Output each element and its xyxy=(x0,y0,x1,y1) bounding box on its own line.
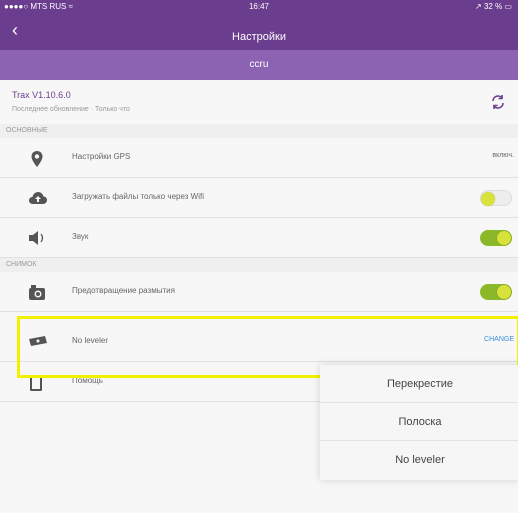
speaker-icon xyxy=(28,230,46,246)
sound-label: Звук xyxy=(72,232,89,241)
status-bar: ●●●●○ MTS RUS ≈ 16:47 ↗ 32 % ▭ xyxy=(0,0,518,14)
camera-icon xyxy=(28,284,46,300)
gps-settings-label: Настройки GPS xyxy=(72,152,131,161)
page-title: Настройки xyxy=(232,31,286,43)
version-panel: Trax V1.10.6.0 Последнее обновление · То… xyxy=(0,80,518,124)
sound-toggle[interactable] xyxy=(480,230,512,246)
navigation-bar: ‹ Настройки xyxy=(0,14,518,50)
blur-prevention-row: Предотвращение размытия xyxy=(0,272,518,312)
toggle-knob xyxy=(497,231,511,245)
toggle-knob xyxy=(497,285,511,299)
version-subtitle: Последнее обновление · Только что xyxy=(12,106,130,113)
account-bar: ccru xyxy=(0,50,518,80)
cloud-upload-icon xyxy=(28,190,47,206)
version-title: Trax V1.10.6.0 xyxy=(12,90,71,100)
location-pin-icon xyxy=(28,150,46,167)
sync-icon[interactable] xyxy=(490,94,506,115)
option-stripe[interactable]: Полоска xyxy=(320,403,518,441)
option-crosshair[interactable]: Перекрестие xyxy=(320,365,518,403)
wifi-upload-row: Загружать файлы только через Wifi xyxy=(0,178,518,218)
section-header-basic: ОСНОВНЫЕ xyxy=(0,124,518,138)
blur-prevention-toggle[interactable] xyxy=(480,284,512,300)
blur-prevention-label: Предотвращение размытия xyxy=(72,286,175,295)
leveler-options-popover: Перекрестие Полоска No leveler xyxy=(320,365,518,480)
gps-status-value: включ. xyxy=(492,152,514,159)
wifi-upload-label: Загружать файлы только через Wifi xyxy=(72,192,204,201)
battery-indicator: ↗ 32 % ▭ xyxy=(475,2,512,11)
wifi-upload-toggle[interactable] xyxy=(480,190,512,206)
sound-row: Звук xyxy=(0,218,518,258)
toggle-knob xyxy=(481,192,495,206)
option-no-leveler[interactable]: No leveler xyxy=(320,441,518,479)
clock: 16:47 xyxy=(248,2,270,11)
section-header-snapshot: СНИМОК xyxy=(0,258,518,272)
gps-settings-row[interactable]: Настройки GPS включ. xyxy=(0,138,518,178)
